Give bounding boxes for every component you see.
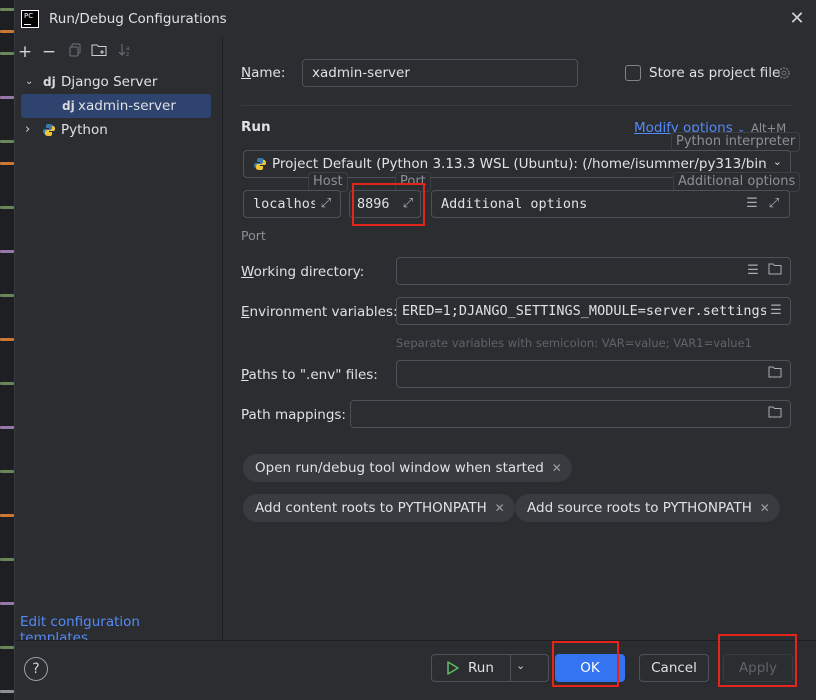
option-chip-source-roots[interactable]: Add source roots to PYTHONPATH ✕: [515, 494, 780, 522]
close-icon[interactable]: ✕: [787, 9, 807, 29]
name-input[interactable]: xadmin-server: [302, 59, 578, 87]
play-icon: [447, 661, 459, 675]
pycharm-logo-icon: PC: [21, 10, 39, 28]
chevron-down-icon[interactable]: ⌄: [25, 70, 33, 94]
environment-variables-label: Environment variables:: [241, 304, 398, 320]
ok-highlight-box: [552, 641, 619, 687]
chip-label: Add content roots to PYTHONPATH: [255, 500, 487, 516]
django-icon: dj: [43, 75, 56, 89]
sort-icon[interactable]: az: [115, 42, 135, 62]
document-icon[interactable]: ☰: [745, 263, 761, 279]
document-icon[interactable]: ☰: [768, 303, 784, 319]
logo-text: PC: [24, 12, 34, 20]
apply-highlight-box: [718, 634, 797, 687]
folder-icon[interactable]: [767, 263, 783, 279]
chevron-down-icon[interactable]: ⌄: [516, 659, 525, 672]
run-section-title: Run: [241, 119, 271, 135]
python-interpreter-value: Project Default (Python 3.13.3 WSL (Ubun…: [272, 156, 767, 172]
add-configuration-icon[interactable]: +: [15, 42, 35, 62]
chip-label: Add source roots to PYTHONPATH: [527, 500, 752, 516]
copy-configuration-icon[interactable]: [65, 42, 85, 62]
environment-variables-value: ERED=1;DJANGO_SETTINGS_MODULE=server.set…: [402, 303, 766, 319]
chip-label: Open run/debug tool window when started: [255, 460, 544, 476]
additional-options-tag: Additional options: [673, 172, 801, 192]
dialog-title: Run/Debug Configurations: [49, 11, 227, 27]
name-label: Name:: [241, 65, 286, 81]
store-as-project-file-checkbox[interactable]: [625, 65, 641, 81]
host-input-value: localhos: [253, 196, 315, 212]
python-interpreter-tag: Python interpreter: [671, 132, 801, 152]
tree-group-django-server[interactable]: ⌄ dj Django Server: [15, 70, 223, 94]
remove-configuration-icon[interactable]: −: [39, 42, 59, 62]
additional-options-placeholder: Additional options: [441, 196, 588, 212]
python-icon: [43, 124, 55, 136]
close-icon[interactable]: ✕: [760, 494, 770, 522]
new-folder-icon[interactable]: [89, 42, 109, 62]
sidebar-toolbar: + − az: [15, 42, 223, 64]
path-mappings-input[interactable]: [350, 400, 791, 428]
gear-icon[interactable]: [776, 65, 792, 81]
tree-item-xadmin-server[interactable]: dj xadmin-server: [21, 94, 211, 118]
chevron-right-icon[interactable]: ›: [25, 118, 30, 142]
folder-icon[interactable]: [767, 366, 783, 382]
environment-variables-hint: Separate variables with semicolon: VAR=v…: [396, 336, 752, 350]
environment-variables-input[interactable]: ERED=1;DJANGO_SETTINGS_MODULE=server.set…: [396, 297, 791, 325]
expand-icon[interactable]: ⤢: [318, 196, 334, 212]
close-icon[interactable]: ✕: [552, 454, 562, 482]
tree-item-label: xadmin-server: [78, 98, 176, 114]
django-icon: dj: [62, 99, 75, 113]
editor-background-strip: [0, 0, 14, 700]
run-debug-configurations-dialog: PC Run/Debug Configurations ✕ + − az ⌄ d…: [14, 0, 816, 700]
name-input-value: xadmin-server: [312, 65, 410, 81]
additional-options-input[interactable]: Additional options ☰ ⤢: [431, 190, 790, 218]
configuration-form: Name: xadmin-server Store as project fil…: [224, 38, 816, 640]
host-input[interactable]: localhos ⤢: [243, 190, 341, 218]
working-directory-label: Working directory:: [241, 264, 365, 280]
folder-icon[interactable]: [767, 406, 783, 422]
dotenv-paths-input[interactable]: [396, 360, 791, 388]
svg-text:z: z: [126, 51, 129, 57]
configurations-sidebar: + − az ⌄ dj Django Server dj xadmin-serv…: [15, 38, 223, 646]
run-button-label: Run: [468, 660, 494, 676]
configurations-tree: ⌄ dj Django Server dj xadmin-server › Py…: [15, 70, 223, 142]
python-icon: [254, 158, 266, 170]
path-mappings-label: Path mappings:: [241, 407, 346, 423]
option-chip-content-roots[interactable]: Add content roots to PYTHONPATH ✕: [243, 494, 515, 522]
run-split-button[interactable]: Run ⌄: [431, 654, 549, 682]
dotenv-paths-label: Paths to ".env" files:: [241, 367, 378, 383]
dialog-button-bar: ? Run ⌄ OK Cancel Apply: [15, 634, 816, 700]
title-bar: PC Run/Debug Configurations ✕: [15, 0, 816, 38]
tree-group-label: Django Server: [61, 74, 158, 90]
close-icon[interactable]: ✕: [495, 494, 505, 522]
tree-group-python[interactable]: › Python: [15, 118, 223, 142]
help-button[interactable]: ?: [24, 657, 48, 681]
port-highlight-box: [352, 183, 425, 226]
document-icon[interactable]: ☰: [744, 196, 760, 212]
tree-group-label: Python: [61, 122, 108, 138]
host-tag: Host: [308, 172, 348, 192]
expand-icon[interactable]: ⤢: [766, 196, 782, 212]
separator: [241, 105, 792, 106]
option-chip-open-tool-window[interactable]: Open run/debug tool window when started …: [243, 454, 572, 482]
store-as-project-file-label: Store as project file: [649, 65, 781, 81]
cancel-button[interactable]: Cancel: [639, 654, 709, 682]
chevron-down-icon[interactable]: ⌄: [773, 155, 782, 168]
port-hint: Port: [241, 228, 266, 243]
working-directory-input[interactable]: ☰: [396, 257, 791, 285]
